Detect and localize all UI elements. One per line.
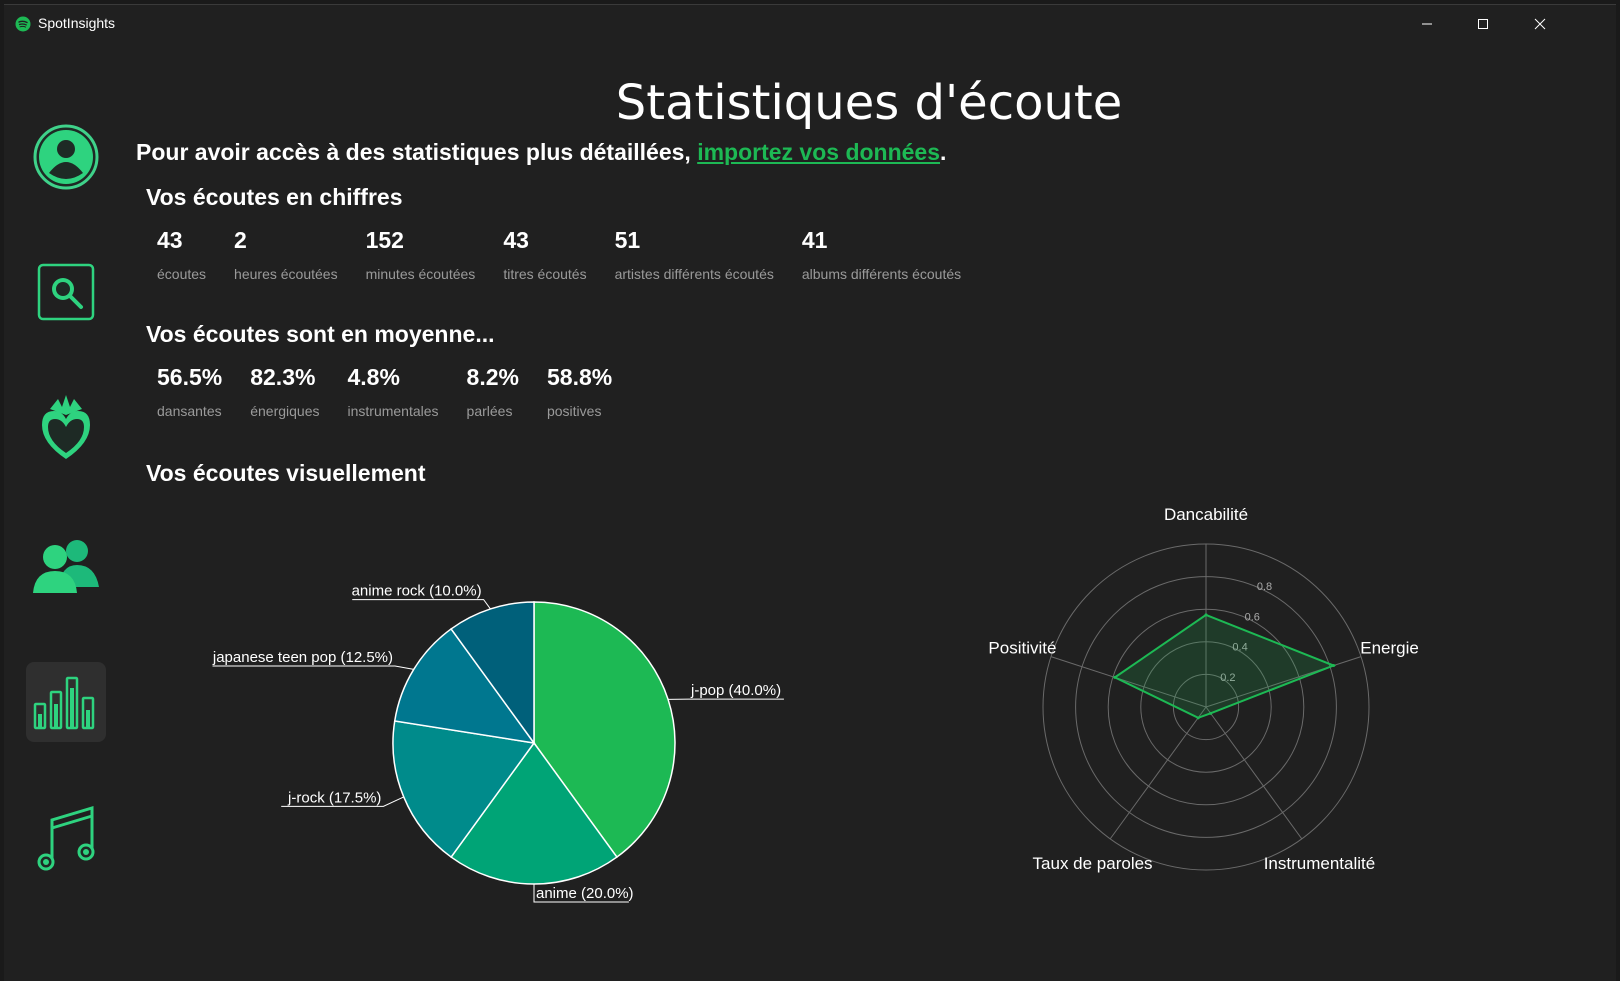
stat-value: 82.3% [250, 364, 316, 390]
pie-slice-label: j-pop (40.0%) [690, 682, 781, 699]
app-window: SpotInsights Statistiques d'écoute Pour … [4, 4, 1616, 981]
strawberry-heart-icon [42, 395, 90, 459]
radar-data-point [1209, 711, 1213, 715]
radar-axis-label: Taux de paroles [1033, 854, 1153, 873]
stat-label: instrumentales [347, 403, 439, 419]
average-stat: 8.2% parlées [467, 364, 519, 419]
radar-data-point [1196, 716, 1200, 720]
stat-label: écoutes [157, 266, 207, 282]
pie-slice-label: anime (20.0%) [536, 885, 634, 902]
radar-axis-label: Dancabilité [1164, 505, 1248, 524]
stat-value: 2 [234, 227, 247, 253]
average-stat: 58.8% positives [547, 364, 612, 419]
pie-label-leader [352, 599, 491, 610]
radar-tick-label: 0.6 [1245, 611, 1260, 623]
maximize-button[interactable] [1454, 5, 1512, 43]
stat-value: 43 [157, 227, 183, 253]
users-icon [33, 540, 99, 593]
pie-slice-label: japanese teen pop (12.5%) [212, 649, 393, 666]
user-circle-icon [33, 124, 99, 190]
pie-slice-label: anime rock (10.0%) [352, 583, 482, 600]
import-data-link[interactable]: importez vos données [697, 139, 940, 165]
radar-spoke [1205, 706, 1303, 840]
search-icon [37, 263, 95, 321]
stat-value: 4.8% [347, 364, 400, 390]
radar-tick-label: 0.8 [1257, 581, 1272, 593]
stat-label: minutes écoutées [365, 266, 476, 282]
radar-data-point [1332, 664, 1336, 668]
stat-label: parlées [466, 403, 513, 419]
average-stats-row: 56.5% dansantes 82.3% énergiques 4.8% instrum… [157, 364, 640, 419]
music-note-icon [37, 805, 95, 871]
sidebar-item-search[interactable] [26, 252, 106, 332]
numbers-stat: 2 heures écoutées [234, 227, 338, 282]
minimize-button[interactable] [1398, 5, 1456, 43]
minimize-icon [1422, 23, 1432, 25]
stat-label: titres écoutés [503, 266, 587, 282]
radar-axis-label: Energie [1360, 638, 1419, 657]
stat-label: énergiques [250, 403, 320, 419]
stat-value: 58.8% [546, 364, 613, 390]
average-section-title: Vos écoutes sont en moyenne... [146, 321, 495, 347]
stat-value: 56.5% [157, 364, 223, 390]
radar-axis-label: Positivité [988, 638, 1056, 657]
sidebar-item-music[interactable] [26, 797, 106, 877]
stat-value: 152 [365, 227, 404, 253]
notice-text: Pour avoir accès à des statistiques plus… [136, 139, 698, 165]
numbers-stat: 51 artistes différents écoutés [615, 227, 774, 282]
spotify-icon [15, 16, 31, 32]
close-button[interactable] [1511, 5, 1569, 43]
stat-label: positives [546, 403, 602, 419]
title-bar: SpotInsights [4, 5, 1616, 43]
close-icon [1534, 18, 1546, 30]
bar-chart-icon [33, 676, 95, 730]
maximize-icon [1478, 19, 1488, 29]
genre-pie-chart: j-pop (40.0%) anime (20.0%) j-rock (17.5%)… [212, 583, 784, 903]
numbers-stats-row: 43 écoutes 2 heures écoutées 152 minutes écou… [157, 227, 989, 282]
sidebar-item-friends[interactable] [26, 525, 106, 605]
radar-data-polygon [1112, 613, 1337, 719]
average-stat: 82.3% énergiques [250, 364, 319, 419]
stat-label: dansantes [157, 403, 222, 419]
stat-value: 8.2% [466, 364, 519, 390]
sidebar-item-statistics[interactable] [26, 662, 106, 742]
average-stat: 56.5% dansantes [157, 364, 222, 419]
stat-value: 51 [614, 227, 641, 253]
numbers-stat: 43 titres écoutés [503, 227, 586, 282]
sidebar-item-favorites[interactable] [26, 388, 106, 468]
numbers-stat: 43 écoutes [157, 227, 206, 282]
pie-slice-label: j-rock (17.5%) [287, 789, 381, 806]
notice-suffix: . [940, 139, 947, 165]
stat-value: 43 [503, 227, 529, 253]
window-title: SpotInsights [38, 15, 116, 31]
average-stat: 4.8% instrumentales [348, 364, 439, 419]
stat-label: artistes différents écoutés [614, 266, 774, 282]
stat-label: albums différents écoutés [801, 266, 962, 282]
radar-data-point [1113, 675, 1117, 679]
audio-features-radar-chart: Dancabilité Energie Instrumentalité Taux de… [988, 505, 1419, 873]
stat-value: 41 [801, 227, 828, 253]
visual-section-title: Vos écoutes visuellement [146, 460, 426, 486]
pie-label-leader [212, 665, 414, 670]
page-title: Statistiques d'écoute [615, 75, 1123, 131]
import-notice: Pour avoir accès à des statistiques plus… [136, 139, 946, 166]
numbers-stat: 152 minutes écoutées [366, 227, 476, 282]
radar-data-point [1204, 613, 1208, 617]
numbers-section-title: Vos écoutes en chiffres [146, 184, 403, 210]
stat-label: heures écoutées [234, 266, 338, 282]
radar-axis-label: Instrumentalité [1264, 854, 1376, 873]
radar-spoke [1109, 706, 1207, 840]
numbers-stat: 41 albums différents écoutés [802, 227, 961, 282]
